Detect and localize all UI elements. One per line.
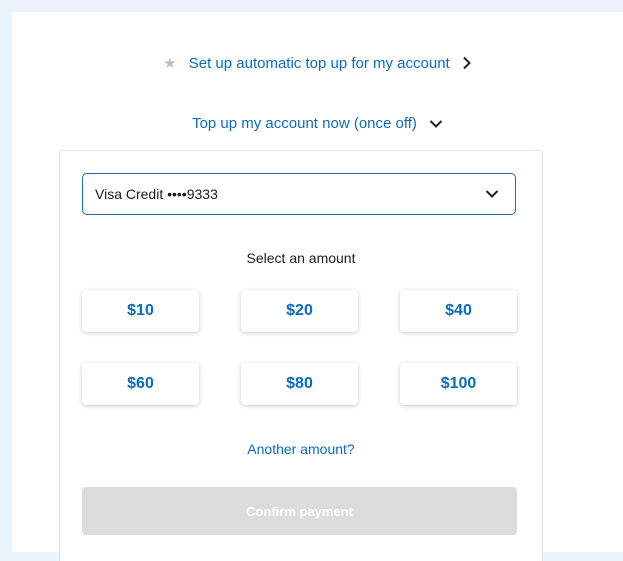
topup-now-toggle[interactable]: Top up my account now (once off)	[12, 115, 623, 132]
auto-topup-label: Set up automatic top up for my account	[188, 54, 450, 72]
topup-card: Visa Credit ••••9333 Select an amount $1…	[59, 150, 543, 561]
amount-button-60[interactable]: $60	[82, 363, 199, 405]
star-icon: ★	[163, 55, 177, 72]
payment-method-select[interactable]: Visa Credit ••••9333	[82, 173, 516, 215]
chevron-down-icon	[485, 189, 499, 199]
amount-button-20[interactable]: $20	[241, 290, 358, 332]
topup-now-label: Top up my account now (once off)	[192, 115, 417, 132]
amount-button-100[interactable]: $100	[400, 363, 517, 405]
confirm-payment-button[interactable]: Confirm payment	[82, 487, 517, 535]
amount-button-40[interactable]: $40	[400, 290, 517, 332]
another-amount-link[interactable]: Another amount?	[60, 441, 542, 457]
amount-button-10[interactable]: $10	[82, 290, 199, 332]
auto-topup-link[interactable]: ★ Set up automatic top up for my account	[12, 54, 623, 72]
select-amount-label: Select an amount	[246, 250, 356, 266]
chevron-down-icon	[429, 119, 443, 129]
topup-panel: ★ Set up automatic top up for my account…	[12, 12, 623, 561]
amount-button-80[interactable]: $80	[241, 363, 358, 405]
payment-method-value: Visa Credit ••••9333	[95, 186, 218, 202]
chevron-right-icon	[462, 56, 472, 70]
